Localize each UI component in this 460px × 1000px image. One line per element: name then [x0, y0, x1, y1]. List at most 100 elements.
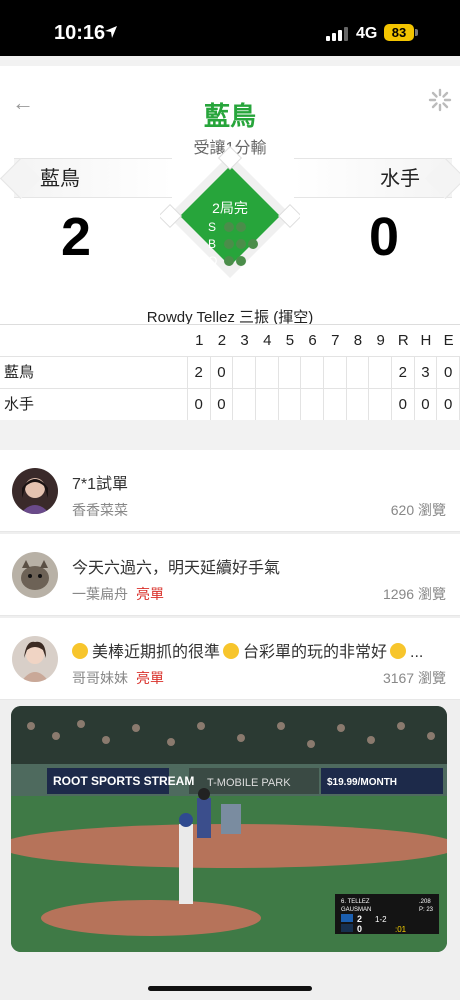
linescore-cell	[233, 357, 256, 388]
ballpark-sign: T-MOBILE PARK	[207, 777, 291, 789]
linescore-col: 3	[240, 332, 249, 349]
linescore-cell: 0	[211, 357, 234, 388]
home-indicator[interactable]	[148, 986, 312, 991]
star-struck-emoji-icon	[223, 643, 240, 659]
post-title: 7*1試單	[72, 476, 129, 493]
video-frame: ROOT SPORTS STREAM $19.99/MONTH T-MOBILE…	[11, 706, 447, 952]
linescore-cell	[279, 389, 302, 420]
linescore-cell: 0	[437, 357, 460, 388]
post-title-part: 台彩單的玩的非常好	[243, 644, 388, 661]
linescore-cell: 0	[188, 389, 211, 420]
linescore-cell	[301, 357, 324, 388]
linescore-cell	[256, 357, 279, 388]
overlay-pitches: P: 23	[419, 907, 434, 913]
post-title-ellipsis: ...	[410, 644, 424, 661]
linescore-cell	[256, 389, 279, 420]
linescore-cell	[233, 389, 256, 420]
linescore-row-away: 藍鳥 2 0 2 3 0	[0, 357, 460, 389]
outs-row: O	[208, 252, 278, 269]
linescore-cell	[324, 389, 347, 420]
strikes-row: S	[208, 218, 278, 235]
linescore-col: 5	[285, 332, 295, 349]
post-author: 一葉扁舟 亮單	[72, 584, 164, 604]
overlay-score-away: 2	[357, 914, 362, 924]
post-tag-badge: 亮單	[136, 670, 164, 686]
home-score: 0	[368, 207, 400, 267]
linescore-col: 4	[263, 332, 272, 349]
signal-bars-icon	[326, 27, 348, 41]
location-arrow-icon	[105, 26, 117, 38]
linescore-col: 8	[353, 332, 363, 349]
overlay-batter: GAUSMAN	[341, 907, 371, 913]
page-title: 藍鳥	[203, 101, 256, 131]
top-strip	[0, 56, 460, 66]
status-time: 10:16	[54, 22, 106, 44]
star-struck-emoji-icon	[72, 643, 88, 659]
app-screen: ← 藍鳥 受讓1分輸 藍鳥 水手 2 0 2局完 S	[0, 56, 460, 1000]
ad-banner-left: ROOT SPORTS STREAM	[53, 774, 194, 788]
post-author-name: 哥哥妹妹	[72, 670, 128, 686]
linescore-cell: 0	[415, 389, 438, 420]
post-title-part: 美棒近期抓的很準	[92, 644, 221, 661]
post-views: 1296 瀏覽	[382, 586, 446, 602]
post-author: 香香菜菜	[72, 500, 128, 520]
outs-label: O	[208, 253, 218, 268]
overlay-clock: :01	[395, 925, 407, 934]
linescore-col: 7	[331, 332, 340, 349]
away-score: 2	[60, 207, 92, 267]
linescore-team: 藍鳥	[0, 357, 188, 388]
linescore-col: 2	[217, 332, 227, 349]
strikes-label: S	[208, 219, 217, 234]
linescore-cell: 0	[437, 389, 460, 420]
linescore-cell	[347, 357, 370, 388]
avatar	[12, 468, 58, 514]
baseball-diamond: 2局完 S B O	[130, 146, 330, 306]
list-item-post[interactable]: 美棒近期抓的很準 台彩單的玩的非常好... 哥哥妹妹 亮單 3167 瀏覽	[0, 618, 460, 700]
list-item-post[interactable]: 7*1試單 香香菜菜 620 瀏覽	[0, 450, 460, 532]
linescore-cell: 2	[392, 357, 415, 388]
linescore-col: 1	[195, 332, 204, 349]
post-title: 美棒近期抓的很準 台彩單的玩的非常好...	[72, 638, 444, 662]
count-indicator: S B O	[208, 218, 278, 269]
linescore-cell	[301, 389, 324, 420]
linescore-header: 1 2 3 4 5 6 7 8 9 R H E	[0, 325, 460, 357]
linescore-cell	[369, 357, 392, 388]
post-tag-badge: 亮單	[136, 586, 164, 602]
post-views: 3167 瀏覽	[382, 670, 446, 686]
linescore-cell: 0	[392, 389, 415, 420]
network-type: 4G	[356, 25, 378, 42]
linescore-cell: 0	[211, 389, 234, 420]
post-author-name: 一葉扁舟	[72, 586, 128, 602]
linescore-cell	[324, 357, 347, 388]
list-item-post[interactable]: 今天六過六，明天延續好手氣 一葉扁舟 亮單 1296 瀏覽	[0, 534, 460, 616]
linescore-cell	[279, 357, 302, 388]
post-author-name: 香香菜菜	[72, 502, 128, 518]
overlay-avg: .208	[419, 899, 431, 905]
linescore-row-home: 水手 0 0 0 0 0	[0, 389, 460, 421]
home-team-name: 水手	[380, 168, 420, 190]
avatar	[12, 636, 58, 682]
linescore-cell	[347, 389, 370, 420]
linescore-col: 9	[376, 332, 385, 349]
overlay-count: 1-2	[375, 915, 387, 924]
linescore-col: E	[443, 332, 454, 349]
balls-label: B	[208, 236, 217, 251]
section-divider	[0, 420, 460, 450]
linescore-cell	[369, 389, 392, 420]
linescore-table: 1 2 3 4 5 6 7 8 9 R H E 藍鳥 2 0 2 3 0 水手 …	[0, 324, 460, 421]
linescore-col: R	[397, 332, 409, 349]
ad-banner-right: $19.99/MONTH	[327, 777, 397, 788]
post-views: 620 瀏覽	[390, 502, 446, 518]
overlay-pitcher: 6. TELLEZ	[341, 899, 370, 905]
live-video-player[interactable]: ROOT SPORTS STREAM $19.99/MONTH T-MOBILE…	[11, 706, 447, 952]
overlay-score-home: 0	[357, 924, 362, 934]
linescore-col: H	[420, 332, 432, 349]
battery-tip	[415, 29, 418, 36]
linescore-team: 水手	[0, 389, 188, 420]
post-author: 哥哥妹妹 亮單	[72, 668, 164, 688]
linescore-cell: 3	[415, 357, 438, 388]
star-struck-emoji-icon	[390, 643, 407, 659]
avatar	[12, 552, 58, 598]
inning-status: 2局完	[212, 200, 248, 216]
post-title: 今天六過六，明天延續好手氣	[72, 560, 281, 577]
